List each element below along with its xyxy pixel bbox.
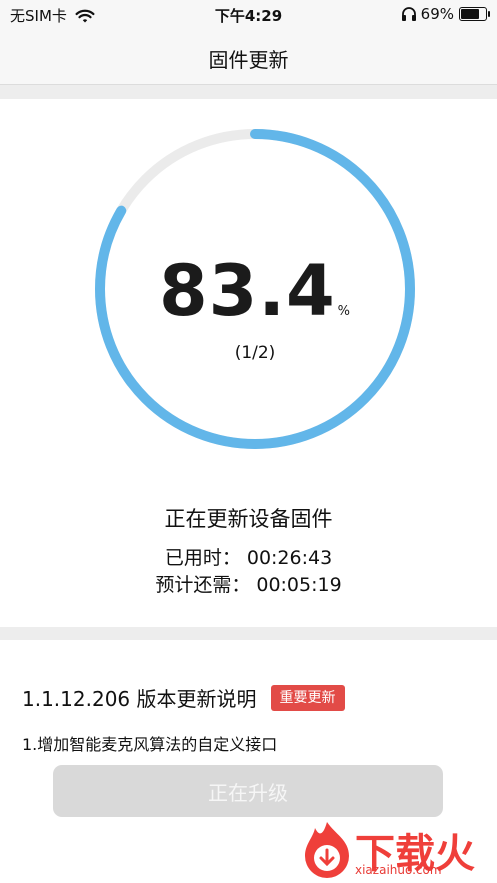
battery-icon [459, 7, 490, 21]
release-version-title: 1.1.12.206 版本更新说明 [22, 687, 257, 711]
release-notes-heading: 1.1.12.206 版本更新说明 重要更新 [22, 683, 345, 712]
status-bar: 无SIM卡 下午4:29 69% [0, 0, 497, 30]
update-status-text: 正在更新设备固件 [164, 507, 333, 531]
headphone-icon [401, 7, 416, 21]
elapsed-time: 已用时： 00:26:43 [164, 547, 333, 569]
battery-fill [461, 9, 479, 19]
status-right: 69% [401, 5, 490, 23]
navigation-bar: 固件更新 [0, 30, 497, 85]
section-divider [0, 627, 497, 640]
progress-ring: 83.4% (1/2) [94, 122, 416, 457]
section-divider [0, 85, 497, 99]
progress-step: (1/2) [234, 343, 276, 363]
remaining-time: 预计还需： 00:05:19 [155, 574, 342, 596]
page-title: 固件更新 [208, 48, 289, 72]
release-note-item: 1.增加智能麦克风算法的自定义接口 [22, 735, 278, 754]
progress-number: 83.4 [158, 250, 336, 332]
upgrading-button[interactable]: 正在升级 [53, 765, 443, 817]
important-update-badge: 重要更新 [270, 684, 345, 711]
watermark-url: xiazaihuo.com [355, 863, 442, 877]
battery-percent: 69% [420, 5, 454, 23]
flame-logo-icon [305, 822, 349, 878]
site-watermark: 下载火 xiazaihuo.com [297, 818, 497, 883]
progress-value: 83.4% [94, 250, 416, 332]
progress-unit: % [337, 304, 352, 319]
